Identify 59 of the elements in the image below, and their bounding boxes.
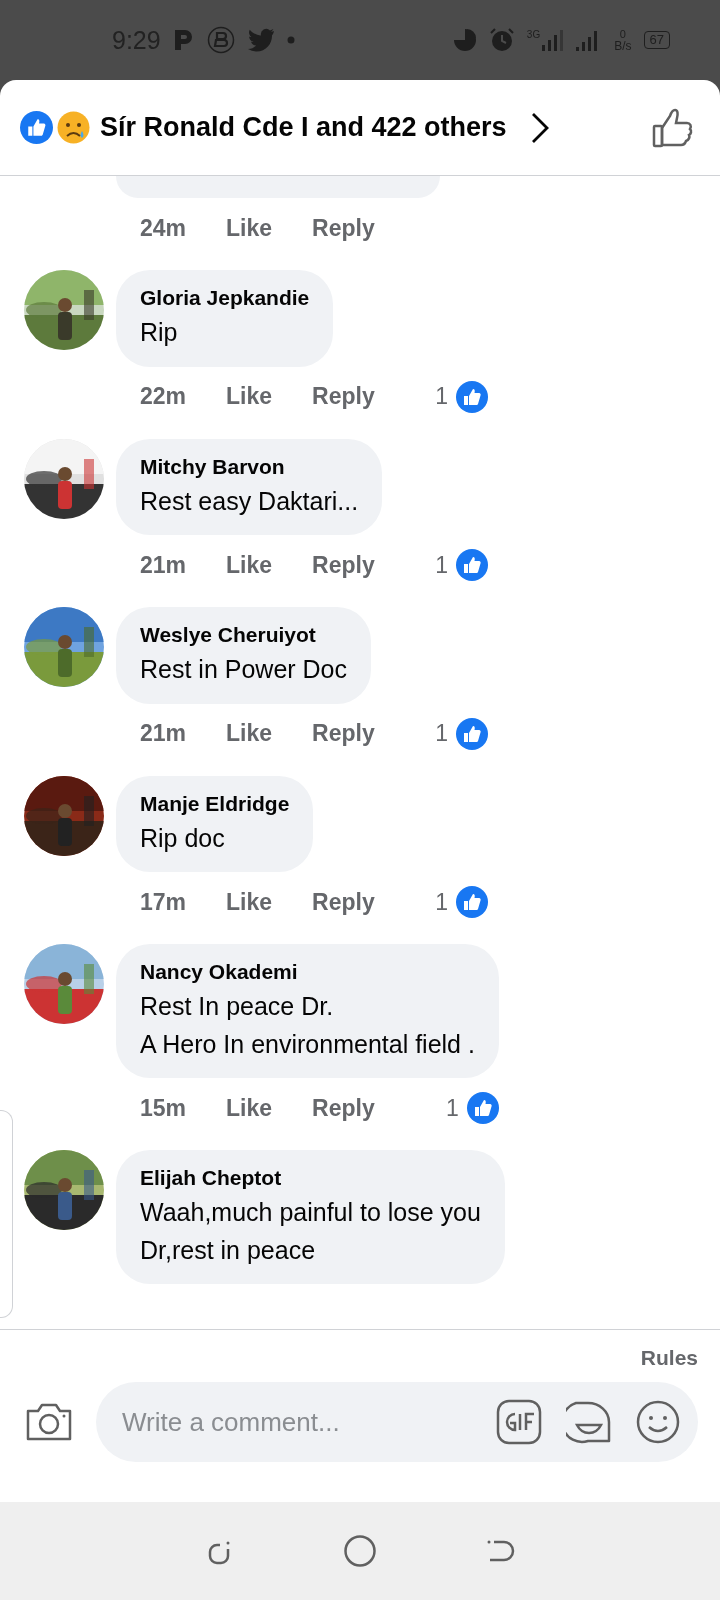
comment-text: Rip [140, 317, 179, 348]
like-reaction-icon [20, 111, 53, 144]
reaction-count: 1 [435, 551, 448, 579]
reply-link[interactable]: Reply [312, 383, 375, 410]
comment-time: 15m [140, 1094, 187, 1122]
comment-time: 17m [140, 888, 187, 916]
comment-input[interactable]: Write a comment... [120, 1405, 472, 1439]
rules-link[interactable]: Rules [640, 1330, 698, 1382]
comment-text: Rip doc [140, 822, 226, 854]
comment-field[interactable]: Write a comment... [96, 1382, 698, 1462]
commenter-name[interactable]: Manje Eldridge [140, 791, 290, 816]
commenter-name[interactable]: Gloria Jepkandie [140, 286, 310, 310]
commenter-name[interactable]: Mitchy Barvon [140, 454, 359, 479]
like-reaction-icon [456, 886, 488, 918]
like-link[interactable]: Like [226, 1094, 273, 1122]
reaction-count: 1 [435, 720, 448, 747]
home-icon[interactable] [343, 1534, 377, 1568]
dot-icon [286, 36, 295, 44]
gif-icon[interactable] [496, 1399, 542, 1445]
like-link[interactable]: Like [226, 551, 273, 579]
commenter-name[interactable]: Elijah Cheptot [140, 1166, 481, 1190]
like-reaction-icon [456, 549, 488, 581]
reaction-count: 1 [435, 888, 448, 916]
reply-link[interactable]: Reply [312, 888, 375, 916]
reply-link[interactable]: Reply [312, 551, 375, 579]
bird-icon [246, 28, 275, 52]
emoji-icon[interactable] [636, 1400, 680, 1444]
like-reaction-icon [456, 717, 488, 750]
like-link[interactable]: Like [226, 383, 273, 410]
like-reaction-icon [466, 1092, 499, 1124]
comment-time: 21m [140, 551, 187, 579]
p-app-icon [172, 28, 195, 52]
pie-chart-icon [452, 28, 477, 52]
comment-time: 21m [140, 720, 187, 747]
comment-text: Waah,much painful to lose you Dr,rest in peace [140, 1197, 481, 1266]
thumbs-up-icon[interactable] [652, 107, 694, 148]
reaction-count: 1 [435, 383, 448, 410]
sticker-icon[interactable] [566, 1399, 612, 1445]
comment-text: Rest in Power Doc [140, 654, 348, 685]
reactions-summary[interactable]: Sír Ronald Cde I and 422 others [100, 112, 507, 143]
circle-b-icon [206, 26, 235, 54]
comment-time: 22m [140, 383, 187, 410]
alarm-icon [488, 27, 515, 53]
like-link[interactable]: Like [226, 720, 273, 747]
reaction-count: 1 [446, 1094, 459, 1122]
reply-link[interactable]: Reply [312, 720, 375, 747]
reply-link[interactable]: Reply [312, 214, 375, 242]
sad-emoji-icon [57, 111, 90, 144]
comment-time: 24m [140, 214, 187, 242]
like-link[interactable]: Like [226, 888, 273, 916]
comment-text: Rest In peace Dr. A Hero In environmental field . [140, 991, 475, 1060]
camera-icon[interactable] [24, 1401, 74, 1443]
like-reaction-icon [456, 380, 488, 413]
signal-icon [542, 29, 565, 51]
commenter-name[interactable]: Weslye Cheruiyot [140, 623, 348, 647]
reply-link[interactable]: Reply [312, 1094, 375, 1122]
comment-text: Rest easy Daktari... [140, 485, 359, 517]
commenter-name[interactable]: Nancy Okademi [140, 960, 475, 984]
like-link[interactable]: Like [226, 214, 273, 242]
